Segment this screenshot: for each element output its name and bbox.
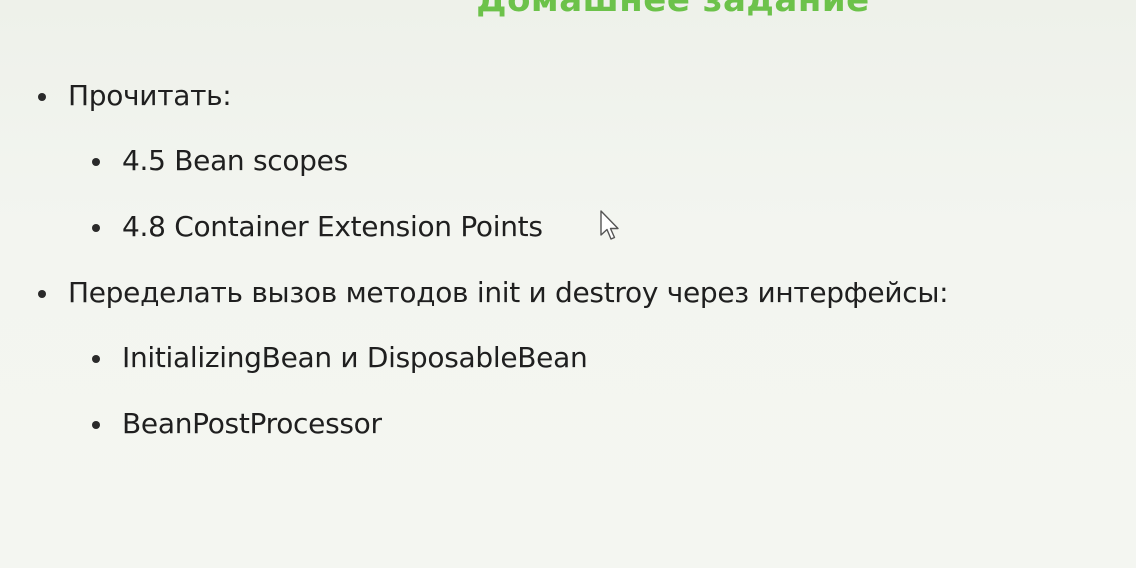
bullet-item-bean-scopes: 4.5 Bean scopes	[92, 143, 348, 179]
bullet-item-container-extension-points: 4.8 Container Extension Points	[92, 209, 543, 245]
bullet-text: Переделать вызов методов init и destroy …	[68, 276, 949, 309]
slide-title: Домашнее задание	[476, 0, 870, 20]
bullet-text: InitializingBean и DisposableBean	[122, 341, 588, 374]
bullet-dot-icon	[92, 421, 100, 429]
bullet-text: 4.5 Bean scopes	[122, 144, 348, 177]
bullet-text: Прочитать:	[68, 79, 232, 112]
bullet-dot-icon	[38, 290, 46, 298]
bullet-item-read: Прочитать:	[38, 78, 232, 114]
bullet-dot-icon	[38, 93, 46, 101]
bullet-item-initializing-disposable: InitializingBean и DisposableBean	[92, 340, 588, 376]
bullet-dot-icon	[92, 224, 100, 232]
bullet-dot-icon	[92, 355, 100, 363]
mouse-pointer-icon	[600, 210, 619, 240]
bullet-dot-icon	[92, 158, 100, 166]
bullet-item-rework-init-destroy: Переделать вызов методов init и destroy …	[38, 275, 949, 311]
bullet-text: BeanPostProcessor	[122, 407, 382, 440]
bullet-text: 4.8 Container Extension Points	[122, 210, 543, 243]
bullet-item-bean-post-processor: BeanPostProcessor	[92, 406, 382, 442]
slide: Домашнее задание Прочитать: 4.5 Bean sco…	[0, 0, 1136, 568]
